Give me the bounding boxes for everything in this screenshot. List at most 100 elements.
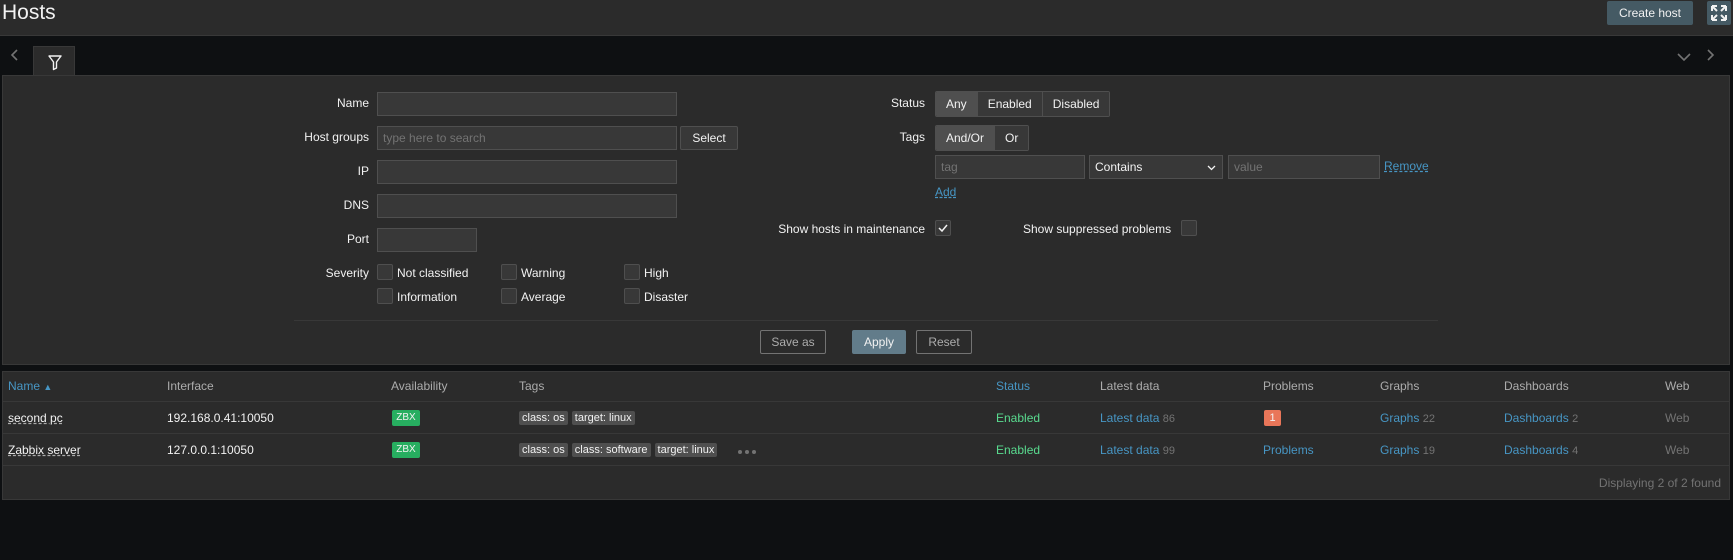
status-segmented-control: Any Enabled Disabled xyxy=(935,91,1111,117)
severity-information-checkbox[interactable] xyxy=(377,288,393,304)
dns-input[interactable] xyxy=(377,194,677,218)
graphs-link[interactable]: Graphs xyxy=(1380,443,1419,457)
host-status-link[interactable]: Enabled xyxy=(996,443,1040,457)
reset-button[interactable]: Reset xyxy=(916,330,972,354)
host-groups-select-button[interactable]: Select xyxy=(680,126,738,150)
severity-disaster-label: Disaster xyxy=(644,290,689,304)
host-interface: 127.0.0.1:10050 xyxy=(167,443,254,457)
tag-chip[interactable]: class: os xyxy=(519,443,568,457)
status-label: Status xyxy=(890,96,925,110)
suppressed-checkbox[interactable] xyxy=(1181,220,1197,236)
web-cell: Web xyxy=(1665,443,1690,457)
apply-button[interactable]: Apply xyxy=(852,330,906,354)
column-header-problems: Problems xyxy=(1263,379,1314,393)
column-header-latest-data: Latest data xyxy=(1100,379,1160,393)
chevron-right-icon[interactable] xyxy=(1703,48,1717,62)
dashboards-count: 2 xyxy=(1572,413,1579,425)
dns-label: DNS xyxy=(343,198,369,212)
more-tags-icon[interactable] xyxy=(737,449,757,455)
table-footer-count: Displaying 2 of 2 found xyxy=(1598,476,1721,490)
sort-asc-icon: ▲ xyxy=(43,382,53,392)
tag-add-link[interactable]: Add xyxy=(935,185,956,199)
tag-value-input[interactable] xyxy=(1228,155,1380,179)
latest-data-link[interactable]: Latest data xyxy=(1100,411,1159,425)
dashboards-link[interactable]: Dashboards xyxy=(1504,443,1569,457)
chevron-down-icon xyxy=(1207,165,1216,171)
chevron-left-icon[interactable] xyxy=(8,48,22,62)
dashboards-count: 4 xyxy=(1572,445,1579,457)
severity-warning-checkbox[interactable] xyxy=(501,264,517,280)
column-header-name-label: Name xyxy=(8,379,41,393)
host-tags: class: os target: linux xyxy=(519,410,639,425)
graphs-count: 22 xyxy=(1422,413,1435,425)
column-header-web: Web xyxy=(1665,379,1690,393)
zbx-availability-badge: ZBX xyxy=(392,410,420,426)
page-title: Hosts xyxy=(2,1,56,24)
maintenance-checkbox[interactable] xyxy=(935,220,951,236)
fullscreen-icon xyxy=(1711,5,1727,21)
tab-filter[interactable] xyxy=(33,46,75,76)
filter-icon xyxy=(48,55,62,71)
host-status-link[interactable]: Enabled xyxy=(996,411,1040,425)
tags-and-or-option[interactable]: And/Or xyxy=(936,126,996,150)
tag-operator-value: Contains xyxy=(1095,160,1143,174)
severity-disaster-checkbox[interactable] xyxy=(624,288,640,304)
tag-chip[interactable]: class: os xyxy=(519,411,568,425)
status-enabled-option[interactable]: Enabled xyxy=(977,92,1043,116)
latest-data-count: 86 xyxy=(1162,413,1175,425)
save-as-button[interactable]: Save as xyxy=(760,330,826,354)
fullscreen-button[interactable] xyxy=(1707,1,1731,25)
column-header-interface: Interface xyxy=(167,379,214,393)
host-name-link[interactable]: Zabbix server xyxy=(8,443,81,457)
status-any-option[interactable]: Any xyxy=(936,92,978,116)
suppressed-label: Show suppressed problems xyxy=(1023,222,1172,236)
column-header-name[interactable]: Name ▲ xyxy=(8,379,52,393)
latest-data-cell: Latest data 99 xyxy=(1100,443,1175,457)
ip-input[interactable] xyxy=(377,160,677,184)
latest-data-count: 99 xyxy=(1162,445,1175,457)
status-disabled-option[interactable]: Disabled xyxy=(1042,92,1110,116)
problems-count-badge[interactable]: 1 xyxy=(1264,410,1281,426)
tags-label: Tags xyxy=(899,130,925,144)
latest-data-link[interactable]: Latest data xyxy=(1100,443,1159,457)
name-input[interactable] xyxy=(377,92,677,116)
severity-high-checkbox[interactable] xyxy=(624,264,640,280)
tag-remove-link[interactable]: Remove xyxy=(1384,159,1429,173)
tag-chip[interactable]: target: linux xyxy=(654,443,718,457)
severity-information-label: Information xyxy=(397,290,458,304)
tag-chip[interactable]: target: linux xyxy=(571,411,635,425)
graphs-cell: Graphs 19 xyxy=(1380,443,1435,457)
graphs-link[interactable]: Graphs xyxy=(1380,411,1419,425)
hosts-table: Name ▲ Interface Availability Tags Statu… xyxy=(2,371,1730,500)
header-divider xyxy=(3,401,1729,402)
filter-tabbar xyxy=(0,36,1733,76)
problems-link[interactable]: Problems xyxy=(1263,443,1314,457)
create-host-button[interactable]: Create host xyxy=(1607,1,1693,25)
host-groups-input[interactable] xyxy=(377,126,677,150)
severity-not-classified-checkbox[interactable] xyxy=(377,264,393,280)
host-tags: class: os class: software target: linux xyxy=(519,442,721,457)
dashboards-link[interactable]: Dashboards xyxy=(1504,411,1569,425)
severity-average-checkbox[interactable] xyxy=(501,288,517,304)
chevron-down-icon[interactable] xyxy=(1676,50,1692,64)
host-name-link[interactable]: second pc xyxy=(8,411,63,425)
web-cell: Web xyxy=(1665,411,1690,425)
dashboards-cell: Dashboards 2 xyxy=(1504,411,1578,425)
port-input[interactable] xyxy=(377,228,477,252)
host-groups-label: Host groups xyxy=(304,130,369,144)
checkmark-icon xyxy=(938,224,948,233)
severity-average-label: Average xyxy=(521,290,566,304)
column-header-availability: Availability xyxy=(391,379,448,393)
row-divider xyxy=(3,465,1729,466)
tags-or-option[interactable]: Or xyxy=(995,126,1029,150)
tag-chip[interactable]: class: software xyxy=(571,443,651,457)
row-divider xyxy=(3,433,1729,434)
filter-panel: Name Host groups Select IP DNS Port Seve… xyxy=(2,75,1730,365)
ip-label: IP xyxy=(357,164,369,178)
column-header-graphs: Graphs xyxy=(1380,379,1420,393)
graphs-cell: Graphs 22 xyxy=(1380,411,1435,425)
tag-operator-select[interactable]: Contains xyxy=(1089,155,1223,179)
tag-input[interactable] xyxy=(935,155,1085,179)
column-header-tags: Tags xyxy=(519,379,545,393)
column-header-status[interactable]: Status xyxy=(996,379,1030,393)
